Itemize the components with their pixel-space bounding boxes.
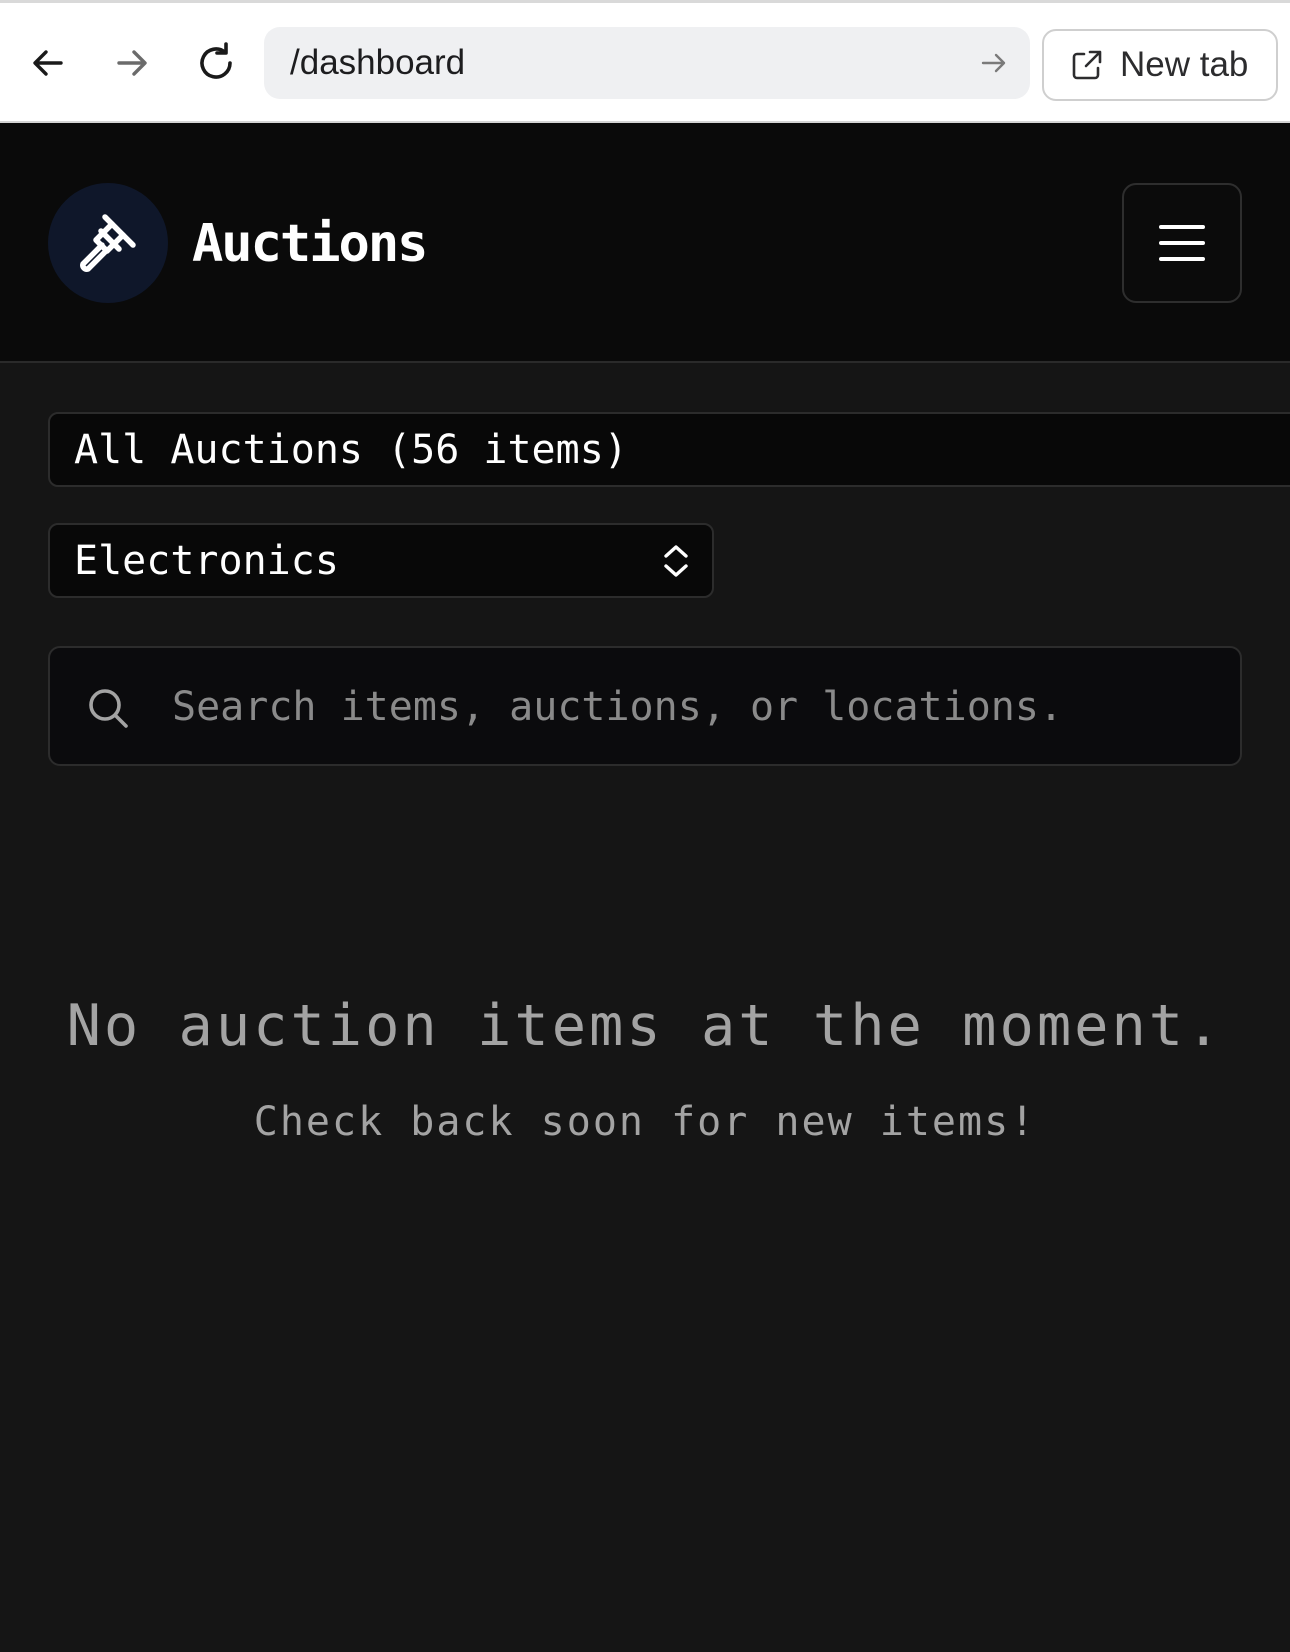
arrow-right-icon bbox=[981, 53, 1006, 73]
all-auctions-selector[interactable]: All Auctions (56 items) bbox=[48, 412, 1290, 487]
arrow-right-icon bbox=[117, 50, 147, 76]
go-button[interactable] bbox=[978, 47, 1010, 79]
app-header: Auctions bbox=[0, 123, 1290, 363]
app-title: Auctions bbox=[192, 214, 428, 274]
reload-button[interactable] bbox=[194, 41, 238, 85]
category-select[interactable]: Electronics bbox=[48, 523, 714, 598]
browser-toolbar: /dashboard New tab bbox=[0, 0, 1290, 123]
all-auctions-label: All Auctions (56 items) bbox=[74, 426, 628, 473]
external-link-icon bbox=[1072, 50, 1102, 80]
logo[interactable] bbox=[48, 183, 168, 303]
hamburger-menu-icon bbox=[1159, 225, 1205, 261]
arrow-left-icon bbox=[33, 50, 63, 76]
empty-state-subtitle: Check back soon for new items! bbox=[253, 1099, 1037, 1145]
search-box bbox=[48, 646, 1242, 766]
search-input[interactable] bbox=[172, 668, 1222, 746]
address-bar[interactable]: /dashboard bbox=[264, 27, 1030, 99]
address-text: /dashboard bbox=[290, 43, 466, 82]
forward-button[interactable] bbox=[110, 41, 154, 85]
menu-button[interactable] bbox=[1122, 183, 1242, 303]
back-button[interactable] bbox=[26, 41, 70, 85]
gavel-icon bbox=[80, 214, 136, 272]
empty-state-title: No auction items at the moment. bbox=[66, 993, 1224, 1059]
reload-icon bbox=[200, 42, 232, 79]
new-tab-button[interactable]: New tab bbox=[1042, 29, 1278, 101]
new-tab-label: New tab bbox=[1120, 45, 1249, 84]
chevron-up-down-icon bbox=[658, 543, 694, 579]
search-icon bbox=[86, 686, 130, 730]
category-selected-value: Electronics bbox=[74, 537, 339, 584]
